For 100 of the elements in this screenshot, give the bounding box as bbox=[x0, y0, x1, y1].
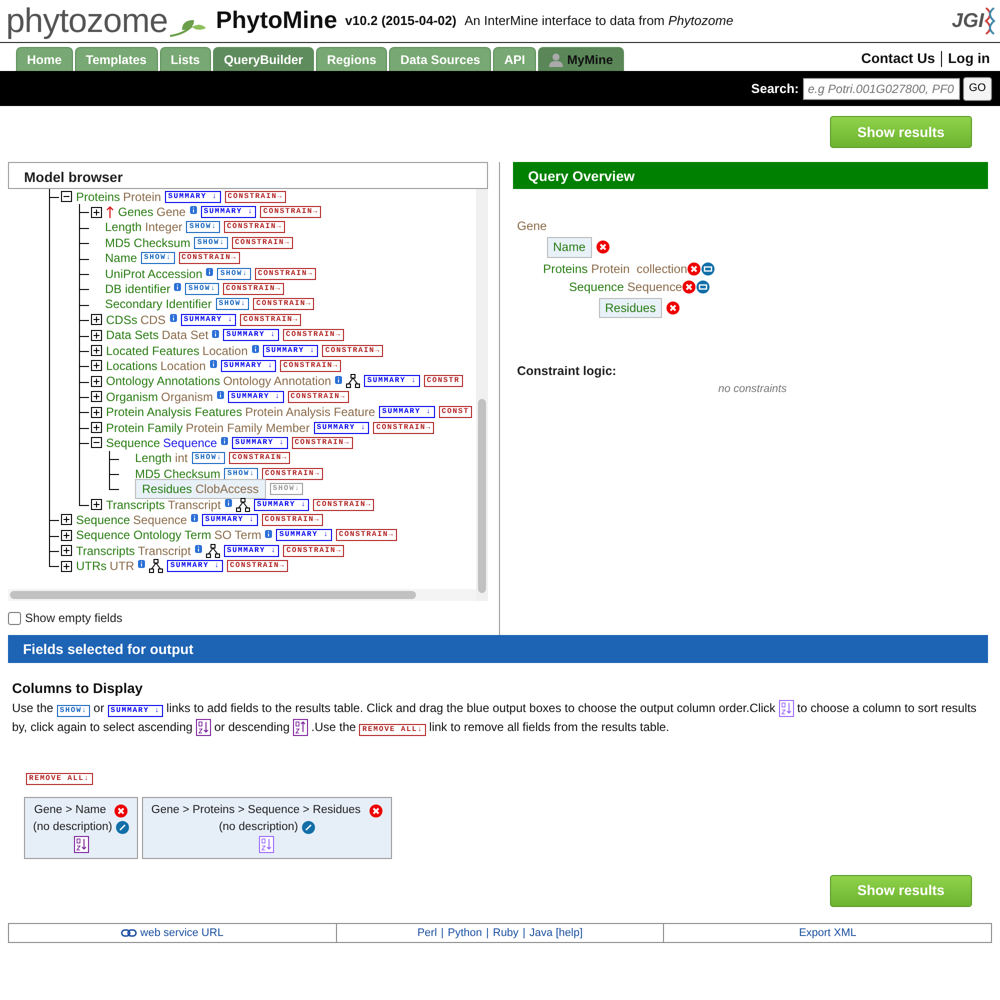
expand-icon[interactable] bbox=[91, 206, 102, 218]
expand-icon[interactable] bbox=[91, 345, 102, 356]
field-name[interactable]: CDSs bbox=[106, 310, 138, 329]
outer-join-icon[interactable] bbox=[701, 262, 716, 276]
separator: | bbox=[522, 926, 526, 939]
class-name: Gene bbox=[517, 218, 548, 235]
expand-icon[interactable] bbox=[91, 376, 102, 387]
expand-icon[interactable] bbox=[91, 422, 102, 434]
field-name[interactable]: Length int bbox=[135, 449, 188, 468]
remove-icon[interactable] bbox=[114, 804, 128, 818]
vertical-scrollbar[interactable] bbox=[476, 189, 488, 601]
remove-icon[interactable] bbox=[682, 280, 696, 294]
footer-link[interactable]: Java bbox=[529, 926, 553, 939]
expand-icon[interactable] bbox=[91, 360, 102, 372]
search-field[interactable]: e.g Potri.001G027800, PF0 bbox=[802, 78, 960, 100]
field-name[interactable]: Ontology Annotations bbox=[106, 372, 220, 390]
leaf-icon bbox=[168, 18, 208, 38]
sort-icon[interactable] bbox=[778, 700, 794, 718]
panel-header: Query Overview bbox=[513, 162, 988, 189]
expand-icon[interactable] bbox=[91, 330, 102, 341]
separator: | bbox=[440, 926, 445, 939]
expand-icon[interactable] bbox=[61, 514, 72, 526]
field-name[interactable]: Transcripts bbox=[76, 542, 135, 560]
footer-link[interactable]: web service URL bbox=[121, 926, 224, 939]
class-name[interactable]: Data Set bbox=[162, 326, 208, 344]
selected-field: Name bbox=[547, 237, 592, 258]
checkbox-label: Show empty fields bbox=[25, 610, 122, 627]
footer-link[interactable]: Export XML bbox=[798, 926, 856, 939]
class-name[interactable]: Protein Analysis Feature bbox=[245, 403, 376, 422]
expand-icon[interactable] bbox=[91, 391, 102, 402]
sort-ascending-icon[interactable] bbox=[196, 719, 211, 736]
expand-icon[interactable] bbox=[91, 499, 102, 510]
remove-icon[interactable] bbox=[596, 240, 610, 254]
horizontal-scrollbar[interactable] bbox=[8, 589, 476, 601]
class-name[interactable]: Ontology Annotation bbox=[223, 372, 332, 390]
section-title: Columns to Display bbox=[12, 679, 144, 698]
field-name[interactable]: MD5 Checksum bbox=[105, 234, 190, 252]
field-name[interactable]: UniProt Accession bbox=[105, 264, 202, 283]
nav-tab[interactable]: QueryBuilder bbox=[212, 47, 314, 71]
field-name[interactable]: Residues ClobAccess bbox=[135, 479, 266, 500]
footer-link[interactable]: Ruby bbox=[492, 926, 519, 939]
field-name[interactable]: Protein Analysis Features bbox=[106, 403, 242, 422]
footer-link[interactable]: Perl bbox=[417, 926, 437, 939]
remove-icon[interactable] bbox=[368, 804, 383, 818]
footer-link[interactable]: [help] bbox=[556, 926, 583, 939]
output-column[interactable]: Gene > Proteins > Sequence > Residues (no description) bbox=[142, 797, 392, 859]
footer-link[interactable]: Python bbox=[448, 926, 482, 939]
class-name[interactable]: Location bbox=[160, 357, 206, 375]
field-name[interactable]: Data Sets bbox=[106, 326, 159, 344]
edit-icon[interactable] bbox=[116, 821, 130, 834]
output-column[interactable]: Gene > Name (no description) bbox=[24, 797, 138, 859]
separator: | bbox=[485, 926, 490, 939]
constraint-logic-label: Constraint logic: bbox=[517, 363, 618, 380]
checkbox[interactable] bbox=[8, 612, 21, 624]
class-name[interactable]: SO Term bbox=[214, 526, 262, 544]
field-name[interactable]: Name bbox=[105, 249, 138, 268]
no-constraints-text: no constraints bbox=[717, 382, 788, 398]
class-name[interactable]: Transcript bbox=[138, 542, 191, 560]
dna-icon bbox=[984, 6, 996, 36]
section-header: Fields selected for output bbox=[8, 635, 988, 663]
partner-logo: JGI bbox=[952, 9, 984, 34]
remove-icon[interactable] bbox=[687, 262, 702, 276]
collapse-icon[interactable] bbox=[91, 437, 102, 448]
class-name[interactable]: Location bbox=[202, 342, 248, 360]
class-name[interactable]: CDS bbox=[140, 310, 166, 329]
expand-icon[interactable] bbox=[91, 314, 102, 326]
search-label: Search: bbox=[751, 80, 799, 98]
sort-icon[interactable] bbox=[259, 836, 274, 853]
class-name[interactable]: Organism bbox=[161, 388, 214, 406]
column-path: Gene > Proteins > Sequence > Residues bbox=[151, 803, 361, 818]
go-button[interactable]: GO bbox=[962, 76, 992, 100]
field-name[interactable]: Sequence Ontology Term bbox=[76, 526, 212, 544]
panel-header: Model browser bbox=[8, 162, 488, 189]
nav-tab[interactable]: MyMine bbox=[538, 47, 624, 71]
class-name[interactable]: UTR bbox=[110, 557, 134, 576]
field-name[interactable]: Organism bbox=[106, 388, 158, 406]
column-description: (no description) bbox=[33, 820, 112, 835]
expand-icon[interactable] bbox=[61, 530, 72, 541]
field-name[interactable]: Proteins bbox=[76, 189, 120, 206]
column-description: (no description) bbox=[218, 820, 298, 835]
field-name[interactable]: Located Features bbox=[106, 342, 200, 360]
header-link[interactable]: Log in bbox=[941, 51, 996, 67]
field-name[interactable]: UTRs bbox=[76, 557, 107, 576]
header-link[interactable]: Contact Us bbox=[855, 51, 941, 67]
remove-icon[interactable] bbox=[666, 301, 680, 316]
edit-icon[interactable] bbox=[302, 821, 316, 834]
sort-descending-icon[interactable] bbox=[292, 719, 308, 736]
collapse-icon[interactable] bbox=[61, 191, 72, 202]
site-title: PhytoMine bbox=[216, 6, 338, 36]
version-text: v10.2 (2015-04-02) bbox=[345, 12, 456, 30]
expand-icon[interactable] bbox=[61, 560, 72, 572]
sort-ascending-icon[interactable] bbox=[74, 836, 89, 853]
reference-name: Sequence Sequence bbox=[569, 278, 682, 296]
expand-icon[interactable] bbox=[61, 545, 72, 556]
field-name[interactable]: Locations bbox=[106, 357, 158, 375]
column-path: Gene > Name bbox=[34, 803, 106, 818]
outer-join-icon[interactable] bbox=[696, 280, 710, 294]
expand-icon[interactable] bbox=[91, 406, 102, 418]
selected-field: Residues bbox=[599, 298, 662, 318]
class-name[interactable]: Protein bbox=[123, 189, 162, 206]
